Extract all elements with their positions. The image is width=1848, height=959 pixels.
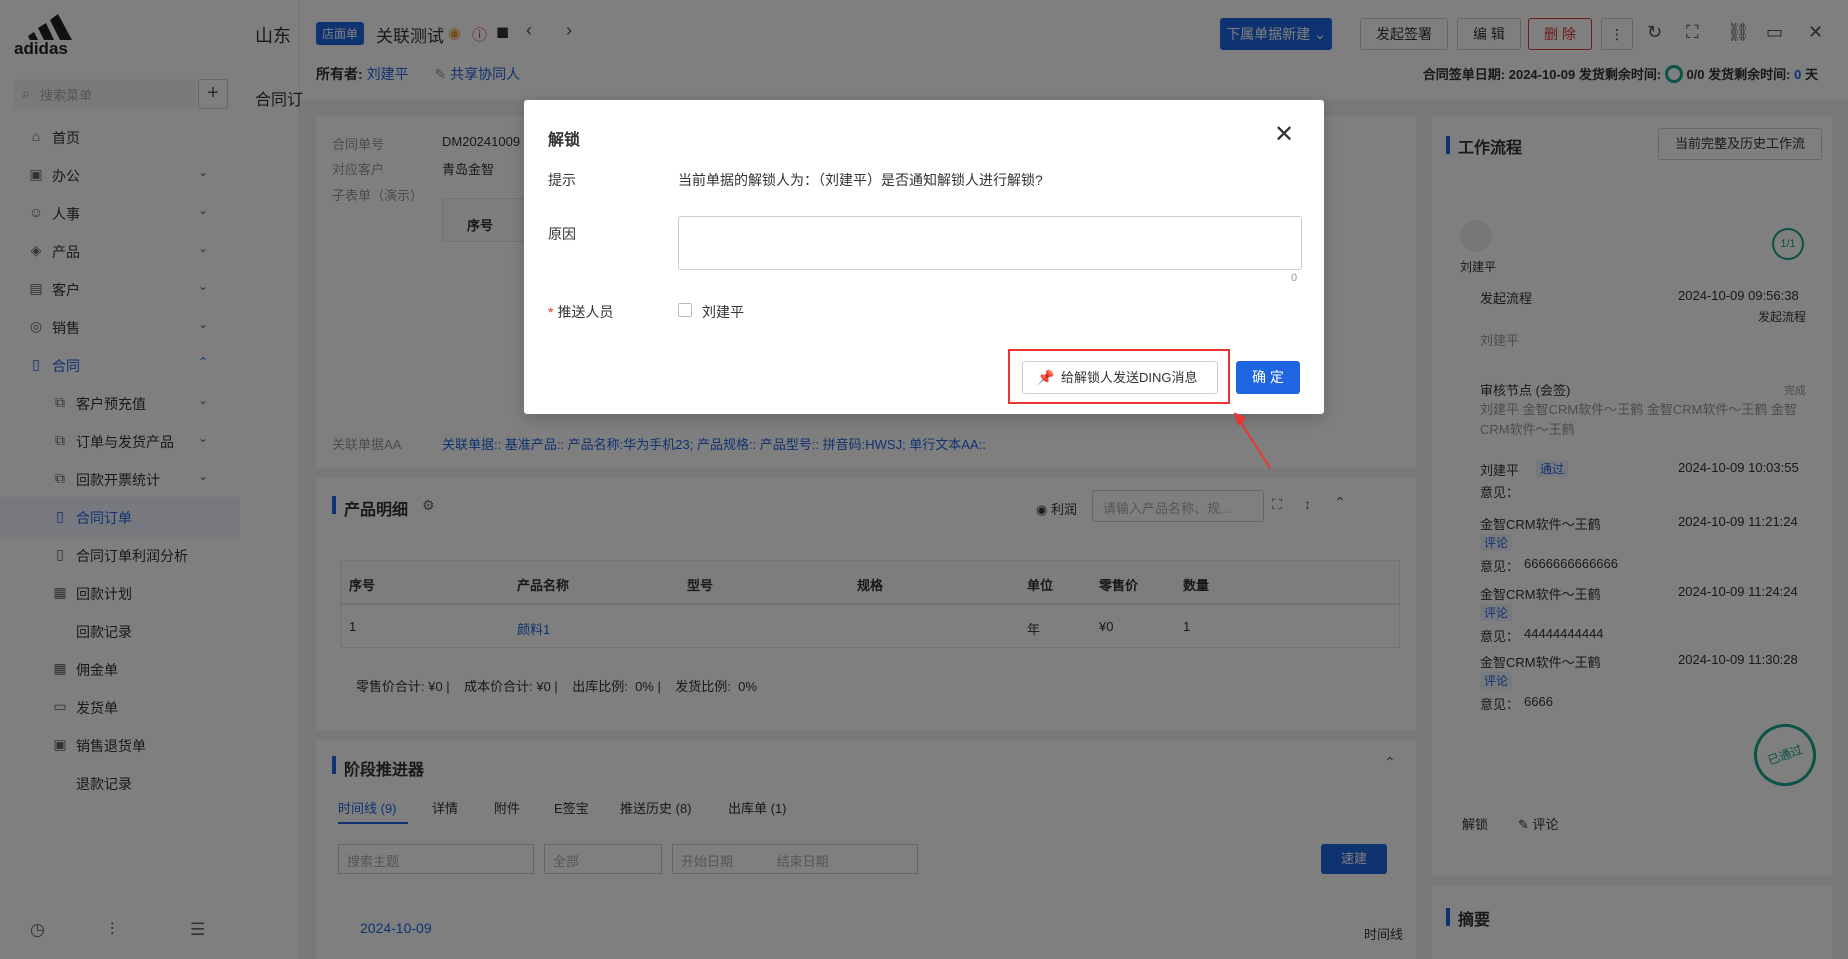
push-user-label: 刘建平	[702, 304, 744, 320]
dialog-title: 解锁	[548, 132, 581, 149]
hint-label: 提示	[548, 172, 576, 188]
confirm-button[interactable]: 确 定	[1236, 361, 1300, 394]
annotation-arrow-icon	[1234, 412, 1271, 469]
pin-icon: 📌	[1037, 369, 1055, 385]
unlock-dialog: 解锁 ✕ 提示 当前单据的解锁人为：（刘建平）是否通知解锁人进行解锁? 原因 0…	[524, 100, 1324, 414]
push-label: * 推送人员	[548, 304, 614, 320]
reason-label: 原因	[548, 226, 576, 242]
hint-text: 当前单据的解锁人为：（刘建平）是否通知解锁人进行解锁?	[678, 172, 1043, 188]
push-user-checkbox[interactable]	[678, 303, 692, 317]
reason-textarea[interactable]	[678, 216, 1302, 270]
close-icon[interactable]: ✕	[1274, 120, 1294, 149]
send-ding-button[interactable]: 📌 给解锁人发送DING消息	[1022, 361, 1218, 394]
char-count: 0	[1291, 272, 1298, 284]
